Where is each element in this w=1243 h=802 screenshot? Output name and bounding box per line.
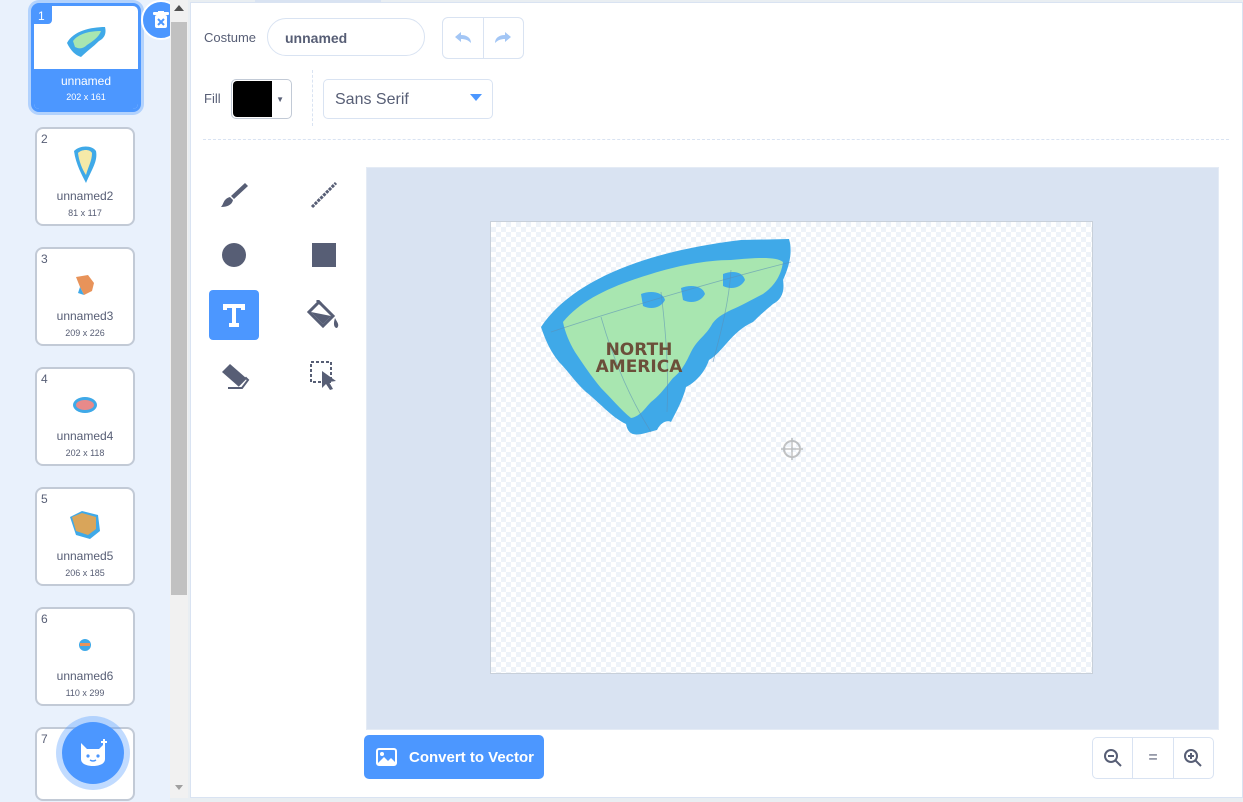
costume-tile-6[interactable]: 6 unnamed6 110 x 299 xyxy=(35,607,135,706)
undo-button[interactable] xyxy=(443,18,484,58)
font-dropdown[interactable]: Sans Serif xyxy=(323,79,493,119)
fill-tool[interactable] xyxy=(299,290,349,340)
scroll-up-arrow[interactable] xyxy=(174,5,184,11)
costume-size: 202 x 118 xyxy=(65,448,105,458)
circle-tool[interactable] xyxy=(209,230,259,280)
zoom-in-button[interactable] xyxy=(1174,738,1213,778)
zoom-in-icon xyxy=(1184,749,1203,767)
drawing-canvas[interactable]: NORTH AMERICA xyxy=(490,221,1093,674)
costume-thumbnail xyxy=(34,20,138,64)
costume-size: 110 x 299 xyxy=(65,688,105,698)
costume-size: 206 x 185 xyxy=(65,568,105,578)
scroll-thumb[interactable] xyxy=(171,22,187,595)
costume-tile-3[interactable]: 3 unnamed3 209 x 226 xyxy=(35,247,135,346)
line-icon xyxy=(310,181,338,209)
rectangle-icon xyxy=(312,243,336,267)
fill-color-picker[interactable]: ▼ xyxy=(231,79,292,119)
caret-down-icon: ▼ xyxy=(276,95,284,104)
costume-tile-5[interactable]: 5 unnamed5 206 x 185 xyxy=(35,487,135,586)
costume-tile-1[interactable]: 1 unnamed 202 x 161 xyxy=(31,0,181,112)
eraser-icon xyxy=(222,364,250,389)
costume-size: 209 x 226 xyxy=(65,328,105,338)
costume-number: 7 xyxy=(41,732,48,746)
costume-thumbnail xyxy=(37,383,133,427)
text-tool[interactable] xyxy=(209,290,259,340)
add-costume-button[interactable] xyxy=(62,722,124,784)
costume-list: 1 unnamed 202 x 161 2 unnamed2 81 x 117 … xyxy=(0,0,181,802)
costume-name: unnamed6 xyxy=(56,669,114,683)
add-costume-cat-icon xyxy=(81,739,107,766)
redo-button[interactable] xyxy=(484,18,524,58)
scroll-down-arrow[interactable] xyxy=(175,785,183,790)
select-tool[interactable] xyxy=(299,350,349,400)
redo-icon xyxy=(495,32,512,43)
image-icon xyxy=(376,748,397,766)
zoom-reset-button[interactable]: = xyxy=(1133,738,1174,778)
eraser-tool[interactable] xyxy=(209,350,259,400)
rectangle-tool[interactable] xyxy=(299,230,349,280)
costume-center-icon xyxy=(781,438,803,460)
costume-thumbnail xyxy=(37,143,133,187)
delete-icon xyxy=(153,11,169,28)
costume-name: unnamed xyxy=(60,74,112,88)
chevron-down-icon xyxy=(470,94,482,101)
costume-name: unnamed2 xyxy=(56,189,114,203)
convert-label: Convert to Vector xyxy=(409,748,535,766)
circle-icon xyxy=(222,243,246,267)
costume-name: unnamed5 xyxy=(56,549,114,563)
fill-color-swatch xyxy=(233,81,272,117)
convert-to-vector-button[interactable]: Convert to Vector xyxy=(364,735,544,779)
undo-redo-group xyxy=(442,17,524,59)
costume-name-input[interactable]: unnamed xyxy=(267,18,425,56)
costume-thumbnail xyxy=(37,263,133,307)
fill-label: Fill xyxy=(204,91,221,106)
costume-thumbnail xyxy=(37,623,133,667)
costume-label: Costume xyxy=(204,30,257,45)
brush-tool[interactable] xyxy=(209,170,259,220)
costume-tile-4[interactable]: 4 unnamed4 202 x 118 xyxy=(35,367,135,466)
costume-thumbnail xyxy=(37,503,133,547)
costume-name: unnamed3 xyxy=(56,309,114,323)
tab-indicator xyxy=(255,0,381,3)
toolbar-divider xyxy=(312,70,313,126)
section-divider xyxy=(203,139,1229,140)
line-tool[interactable] xyxy=(299,170,349,220)
zoom-out-button[interactable] xyxy=(1093,738,1134,778)
font-value: Sans Serif xyxy=(335,91,409,108)
costume-size: 202 x 161 xyxy=(66,92,106,102)
text-icon xyxy=(223,304,245,327)
zoom-controls: = xyxy=(1092,737,1214,779)
north-america-map-image: NORTH AMERICA xyxy=(541,239,803,460)
brush-icon xyxy=(221,183,248,207)
costume-size: 81 x 117 xyxy=(68,208,102,218)
zoom-out-icon xyxy=(1103,749,1122,767)
costume-name: unnamed4 xyxy=(56,429,114,443)
fill-bucket-icon xyxy=(307,300,339,329)
select-icon xyxy=(310,361,336,390)
costume-tile-2[interactable]: 2 unnamed2 81 x 117 xyxy=(35,127,135,226)
map-label-line2: AMERICA xyxy=(596,357,684,377)
undo-icon xyxy=(454,32,471,43)
